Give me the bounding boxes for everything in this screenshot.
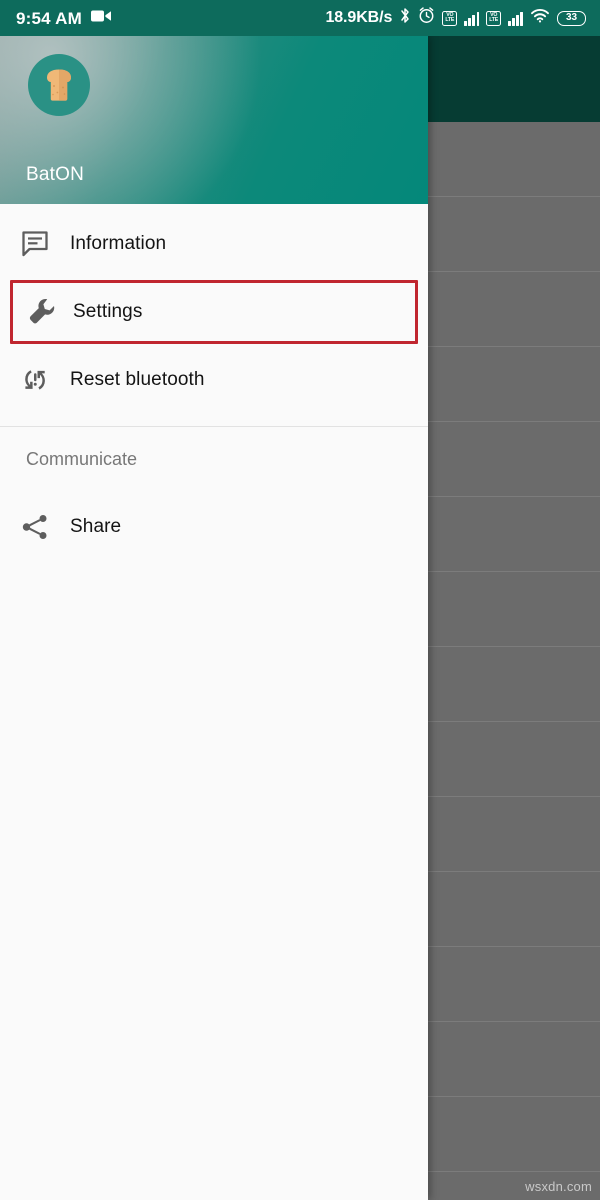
- drawer-section-header: Communicate: [26, 448, 138, 469]
- wrench-icon: [13, 296, 73, 328]
- drawer-header: BatON: [0, 36, 428, 204]
- drawer-item-share[interactable]: Share: [0, 491, 428, 563]
- navigation-drawer: BatON Information Settings Reset bluetoo…: [0, 36, 428, 1200]
- drawer-item-label: Settings: [73, 301, 143, 322]
- volte-sim1-icon: VO LTE: [442, 10, 458, 26]
- status-bar-left: 9:54 AM: [0, 9, 112, 28]
- volte-sim2-icon: VO LTE: [486, 10, 502, 26]
- volte-sim1-bottom: LTE: [445, 17, 455, 23]
- alarm-clock-icon: [418, 7, 435, 29]
- wifi-icon: [530, 8, 550, 28]
- battery-icon: 33: [557, 10, 586, 26]
- video-camera-icon: [90, 9, 112, 28]
- sync-problem-icon: [0, 365, 70, 395]
- drawer-item-label: Share: [70, 516, 122, 537]
- drawer-menu: Information Settings Reset bluetooth Com…: [0, 204, 428, 563]
- watermark: wsxdn.com: [525, 1179, 592, 1194]
- drawer-item-settings[interactable]: Settings: [10, 280, 418, 344]
- signal-bars-sim2-icon: [508, 11, 523, 26]
- volte-sim2-bottom: LTE: [489, 17, 499, 23]
- bluetooth-icon: [399, 7, 411, 29]
- drawer-item-reset-bluetooth[interactable]: Reset bluetooth: [0, 344, 428, 416]
- drawer-app-title: BatON: [26, 164, 85, 185]
- phone-screen: wsxdn.com 9:54 AM 18.9KB/s VO LTE VO LTE…: [0, 0, 600, 1200]
- toast-bread-icon: [28, 54, 90, 116]
- status-bar-right: 18.9KB/s VO LTE VO LTE 33: [325, 7, 600, 29]
- drawer-item-label: Reset bluetooth: [70, 369, 205, 390]
- status-bar: 9:54 AM 18.9KB/s VO LTE VO LTE 33: [0, 0, 600, 36]
- drawer-item-information[interactable]: Information: [0, 208, 428, 280]
- battery-level-label: 33: [565, 12, 578, 23]
- drawer-item-label: Information: [70, 233, 167, 254]
- status-bar-clock: 9:54 AM: [16, 8, 82, 28]
- network-speed-indicator: 18.9KB/s: [325, 9, 393, 26]
- signal-bars-sim1-icon: [464, 11, 480, 26]
- share-icon: [0, 512, 70, 542]
- message-info-icon: [0, 229, 70, 259]
